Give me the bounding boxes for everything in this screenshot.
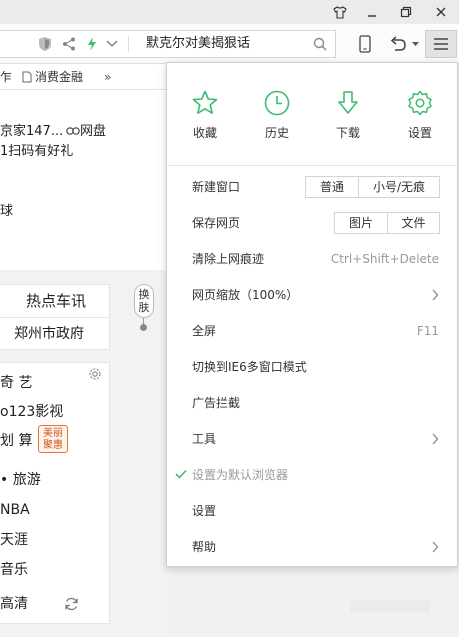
list-item[interactable]: o123影视: [0, 397, 63, 427]
bookmark-label: 消费金融: [35, 70, 84, 84]
link-icon: [66, 125, 80, 140]
save-as-image-button[interactable]: 图片: [334, 212, 388, 234]
adblock-label: 广告拦截: [192, 396, 241, 410]
new-window-incognito-button[interactable]: 小号/无痕: [358, 176, 440, 198]
search-query-text: 默克尔对美揭狠话: [146, 36, 251, 51]
list-item[interactable]: 划 算: [0, 426, 32, 456]
bookmarks-overflow-chevron[interactable]: »: [104, 64, 111, 90]
address-bar: 默克尔对美揭狠话: [0, 24, 459, 64]
title-bar: [0, 0, 459, 24]
clear-history-label: 清除上网痕迹: [192, 252, 265, 266]
hot-news-title[interactable]: 热点车讯: [0, 285, 110, 318]
cloud-drive-label: 网盘: [80, 124, 107, 139]
menu-item-zoom[interactable]: 网页缩放（100%）: [167, 277, 457, 313]
default-browser-label: 设置为默认浏览器: [192, 468, 289, 482]
gear-icon: [408, 90, 432, 116]
chevron-right-icon: [432, 541, 439, 553]
skin-tab-pin: [140, 324, 147, 331]
menu-item-adblock[interactable]: 广告拦截: [167, 385, 457, 421]
background-strip: [350, 600, 430, 612]
site-list-box: 奇 艺 o123影视 划 算 美丽聚惠 • 旅游 NBA 天涯 音乐 高清: [0, 362, 110, 624]
checkmark-icon: [175, 469, 187, 479]
fullscreen-label: 全屏: [192, 324, 217, 338]
shield-icon[interactable]: [36, 31, 54, 57]
browser-main-menu: 收藏 历史 下载 设置 新建窗口 普通 小号/无痕 保存网页 图片 文件 清除上…: [166, 62, 458, 567]
clock-icon: [264, 90, 290, 116]
page-link[interactable]: 1扫码有好礼: [0, 140, 73, 159]
settings-button[interactable]: 设置: [384, 63, 456, 166]
settings-label: 设置: [407, 126, 432, 140]
gear-icon[interactable]: [88, 367, 102, 384]
page-text: 球: [0, 204, 14, 219]
hot-news-box: 热点车讯 郑州市政府: [0, 284, 110, 350]
list-item[interactable]: 音乐: [0, 555, 28, 585]
skin-shirt-icon[interactable]: [322, 0, 358, 24]
page-icon: [22, 66, 32, 92]
address-input[interactable]: 默克尔对美揭狠话: [0, 30, 336, 58]
history-button[interactable]: 历史: [241, 63, 313, 166]
chevron-down-icon[interactable]: [104, 31, 120, 57]
history-label: 历史: [264, 126, 289, 140]
menu-icon[interactable]: [425, 30, 457, 58]
quick-actions: 收藏 历史 下载 设置: [167, 63, 457, 166]
undo-icon[interactable]: [386, 30, 410, 58]
tools-label: 工具: [192, 432, 217, 446]
hot-news-subtitle[interactable]: 郑州市政府: [0, 318, 110, 350]
help-label: 帮助: [192, 540, 217, 554]
zoom-label: 网页缩放（100%）: [192, 288, 299, 302]
settings-menu-label: 设置: [192, 504, 217, 518]
close-icon[interactable]: [423, 0, 459, 24]
download-icon: [338, 91, 358, 114]
new-window-normal-button[interactable]: 普通: [305, 176, 359, 198]
ie6-mode-label: 切换到IE6多窗口模式: [192, 360, 307, 374]
menu-item-settings[interactable]: 设置: [167, 493, 457, 529]
favorites-button[interactable]: 收藏: [169, 63, 241, 166]
cloud-drive-link[interactable]: 网盘: [66, 120, 106, 140]
menu-item-new-window: 新建窗口 普通 小号/无痕: [167, 169, 457, 205]
page-link[interactable]: 京家147...: [0, 120, 63, 139]
save-as-file-button[interactable]: 文件: [387, 212, 440, 234]
fullscreen-shortcut: F11: [416, 324, 439, 338]
page-content: 京家147... 网盘 1扫码有好礼 球 热点车讯 郑州市政府 换肤 奇 艺 o…: [0, 90, 166, 637]
list-item[interactable]: 天涯: [0, 525, 28, 555]
menu-item-clear-history[interactable]: 清除上网痕迹 Ctrl+Shift+Delete: [167, 241, 457, 277]
menu-item-tools[interactable]: 工具: [167, 421, 457, 457]
refresh-icon[interactable]: [64, 597, 79, 614]
list-item[interactable]: • 旅游: [0, 465, 41, 495]
star-icon: [192, 90, 218, 114]
bookmarks-bar: 乍 消费金融 »: [0, 64, 166, 90]
divider: [128, 36, 129, 52]
page-top-section: 京家147... 网盘 1扫码有好礼 球: [0, 90, 166, 270]
minimize-icon[interactable]: [354, 0, 390, 24]
favorites-label: 收藏: [192, 126, 217, 140]
mobile-icon[interactable]: [352, 30, 378, 58]
list-item[interactable]: NBA: [0, 495, 30, 525]
save-page-label: 保存网页: [192, 216, 241, 230]
bookmark-item-consumer-finance[interactable]: 消费金融: [22, 64, 83, 90]
menu-item-default-browser: 设置为默认浏览器: [167, 457, 457, 493]
menu-item-save-page: 保存网页 图片 文件: [167, 205, 457, 241]
chevron-right-icon: [432, 289, 439, 301]
menu-item-ie6-mode[interactable]: 切换到IE6多窗口模式: [167, 349, 457, 385]
change-skin-label: 换肤: [138, 288, 150, 314]
menu-item-help[interactable]: 帮助: [167, 529, 457, 565]
undo-dropdown-icon[interactable]: [410, 30, 420, 58]
list-item[interactable]: 高清: [0, 589, 28, 619]
promo-badge[interactable]: 美丽聚惠: [38, 425, 68, 453]
clear-history-shortcut: Ctrl+Shift+Delete: [330, 252, 439, 266]
change-skin-tab[interactable]: 换肤: [134, 284, 154, 318]
restore-icon[interactable]: [388, 0, 424, 24]
chevron-right-icon: [432, 433, 439, 445]
download-button[interactable]: 下载: [312, 63, 384, 166]
search-icon[interactable]: [310, 31, 330, 57]
share-icon[interactable]: [60, 31, 78, 57]
download-label: 下载: [335, 126, 360, 140]
menu-item-fullscreen[interactable]: 全屏 F11: [167, 313, 457, 349]
bookmark-item[interactable]: 乍: [0, 64, 12, 90]
lightning-icon[interactable]: [84, 31, 100, 57]
list-item[interactable]: 奇 艺: [0, 368, 32, 398]
new-window-label: 新建窗口: [192, 180, 241, 194]
